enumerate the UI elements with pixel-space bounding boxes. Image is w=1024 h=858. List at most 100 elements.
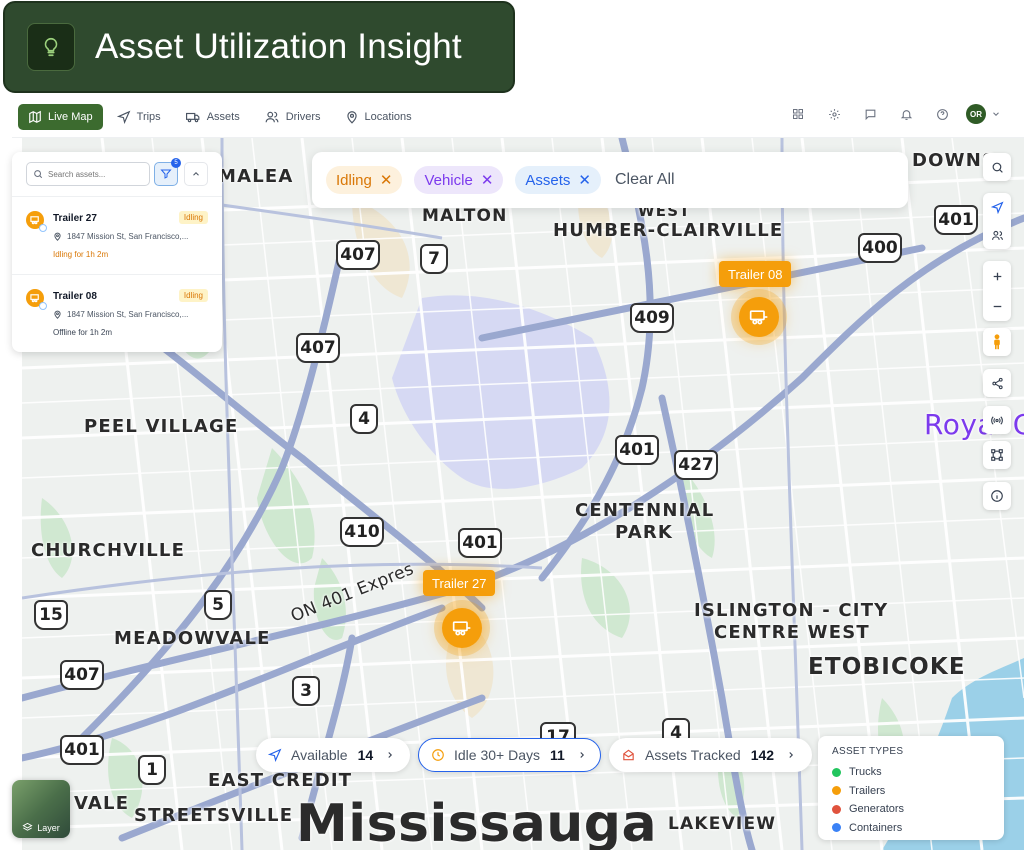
gear-icon[interactable] <box>816 108 852 121</box>
nav-label: Live Map <box>48 110 93 123</box>
stat-count: 142 <box>750 747 775 763</box>
share-icon <box>991 377 1003 389</box>
asset-types-legend: ASSET TYPES Trucks Trailers Generators C… <box>818 736 1004 840</box>
highway-shield: 401 <box>60 735 104 765</box>
search-input[interactable] <box>48 169 138 179</box>
legend-item-trucks[interactable]: Trucks <box>832 763 990 782</box>
map-place-label: PARK <box>615 522 674 543</box>
nav-live-map[interactable]: Live Map <box>18 103 103 130</box>
info-button[interactable] <box>983 482 1011 510</box>
nav-label: Drivers <box>285 110 321 123</box>
highway-shield: 4 <box>350 404 378 434</box>
map-place-label: CENTRE WEST <box>714 622 870 643</box>
chevron-right-icon <box>789 752 794 758</box>
route-button[interactable] <box>983 441 1011 469</box>
share-button[interactable] <box>983 369 1011 397</box>
stat-count: 14 <box>357 747 374 763</box>
pegman-icon <box>994 334 1000 350</box>
map-place-label: HUMBER-CLAIRVILLE <box>553 220 784 241</box>
legend-label: Generators <box>849 803 905 816</box>
close-icon[interactable]: ✕ <box>578 171 591 189</box>
broadcast-icon <box>991 415 1003 425</box>
stat-label: Assets Tracked <box>645 747 741 763</box>
map-place-label: CHURCHVILLE <box>31 540 186 561</box>
chevron-down-icon[interactable] <box>986 109 1006 119</box>
street-view-button[interactable] <box>983 328 1011 356</box>
stat-available[interactable]: Available 14 <box>256 738 410 772</box>
filter-button[interactable]: 5 <box>154 158 181 186</box>
chip-label: Assets <box>525 171 571 189</box>
stat-idle-30-days[interactable]: Idle 30+ Days 11 <box>418 738 601 772</box>
asset-name: Trailer 08 <box>53 291 97 302</box>
title-banner: Asset Utilization Insight <box>3 1 515 93</box>
highway-shield: 407 <box>296 333 340 363</box>
people-icon[interactable] <box>991 229 1004 242</box>
asset-status-text: Offline for 1h 2m <box>53 328 112 337</box>
map-place-label: ETOBICOKE <box>808 654 966 680</box>
chip-label: Vehicle <box>424 171 473 189</box>
lightbulb-icon <box>27 23 75 71</box>
grid-icon[interactable] <box>780 108 816 120</box>
filter-chip-assets[interactable]: Assets ✕ <box>515 166 601 194</box>
highway-shield: 5 <box>204 590 232 620</box>
search-box[interactable] <box>26 162 150 186</box>
filter-chip-vehicle[interactable]: Vehicle ✕ <box>414 166 504 194</box>
broadcast-button[interactable] <box>983 406 1011 434</box>
stat-count: 11 <box>550 747 565 763</box>
zoom-in-icon[interactable] <box>991 270 1004 283</box>
close-icon[interactable]: ✕ <box>380 171 393 189</box>
filter-chip-idling[interactable]: Idling ✕ <box>326 166 403 194</box>
locate-icon[interactable] <box>990 200 1004 214</box>
trailer-icon <box>749 310 768 325</box>
avatar[interactable]: OR <box>966 104 986 124</box>
chip-label: Idling <box>336 171 372 189</box>
nav-assets[interactable]: Assets <box>175 104 250 130</box>
highway-shield: 407 <box>336 240 380 270</box>
chat-icon[interactable] <box>852 108 888 121</box>
asset-list-item[interactable]: Trailer 08 Idling 1847 Mission St, San F… <box>12 274 222 352</box>
asset-address-text: 1847 Mission St, San Francisco,... <box>67 232 189 241</box>
trailer-marker[interactable] <box>442 608 482 648</box>
clear-all-button[interactable]: Clear All <box>615 171 675 189</box>
asset-list-panel: 5 Trailer 27 Idling 1847 Mission St, San… <box>12 152 222 352</box>
map-search-button[interactable] <box>983 153 1011 181</box>
clock-icon <box>432 749 444 761</box>
marker-label-trailer-08[interactable]: Trailer 08 <box>719 261 792 287</box>
map-pin-icon <box>54 310 61 319</box>
highway-shield: 410 <box>340 517 384 547</box>
nav-trips[interactable]: Trips <box>107 104 171 130</box>
legend-title: ASSET TYPES <box>832 746 904 757</box>
asset-name: Trailer 27 <box>53 213 97 224</box>
legend-label: Containers <box>849 821 903 834</box>
highway-shield: 400 <box>858 233 902 263</box>
route-icon <box>991 449 1003 461</box>
legend-item-generators[interactable]: Generators <box>832 800 990 819</box>
marker-label-trailer-27[interactable]: Trailer 27 <box>423 570 496 596</box>
map-place-label: ISLINGTON - CITY <box>694 600 889 621</box>
help-icon[interactable] <box>924 108 960 121</box>
asset-address: 1847 Mission St, San Francisco,... <box>53 232 188 241</box>
bell-icon[interactable] <box>888 108 924 121</box>
collapse-button[interactable] <box>184 162 208 186</box>
close-icon[interactable]: ✕ <box>481 171 494 189</box>
layer-button[interactable]: Layer <box>12 780 70 838</box>
map-pin-icon <box>54 232 61 241</box>
legend-item-trailers[interactable]: Trailers <box>832 782 990 801</box>
map-city-label: Mississauga <box>296 794 658 850</box>
highway-shield: 15 <box>34 600 68 630</box>
layers-icon <box>22 822 33 831</box>
map-place-label: MALTON <box>422 206 508 226</box>
navigation-icon <box>116 110 131 124</box>
trailer-marker[interactable] <box>739 297 779 337</box>
map-place-label: LAKEVIEW <box>668 814 777 834</box>
stat-assets-tracked[interactable]: Assets Tracked 142 <box>609 738 812 772</box>
nav-drivers[interactable]: Drivers <box>254 104 331 130</box>
nav-locations[interactable]: Locations <box>335 104 422 130</box>
asset-list-item[interactable]: Trailer 27 Idling 1847 Mission St, San F… <box>12 196 222 274</box>
legend-item-containers[interactable]: Containers <box>832 819 990 838</box>
nav-label: Locations <box>364 110 412 123</box>
zoom-out-icon[interactable] <box>991 300 1004 313</box>
highway-shield: 1 <box>138 755 166 785</box>
nav-label: Assets <box>206 110 240 123</box>
app-root: Asset Utilization Insight Live Map Trips… <box>0 0 1024 858</box>
